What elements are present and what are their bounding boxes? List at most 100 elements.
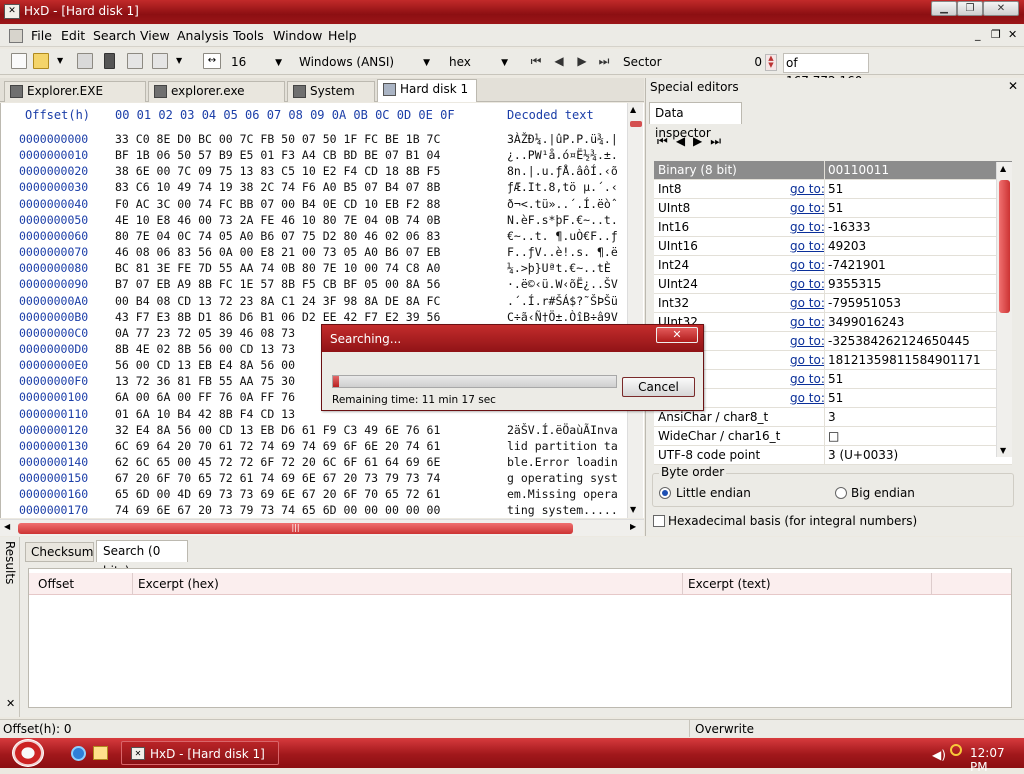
menu-window[interactable]: Window	[273, 28, 322, 43]
row-hex-bytes[interactable]: 00 B4 08 CD 13 72 23 8A C1 24 3F 98 8A D…	[115, 294, 440, 308]
save-icon[interactable]	[77, 53, 93, 69]
hex-row[interactable]: 0000000050 4E 10 E8 46 00 73 2A FE 46 10 …	[1, 213, 627, 229]
inspector-row[interactable]: AnsiChar / char8_t 3	[654, 408, 1012, 427]
row-offset[interactable]: 00000000B0	[19, 310, 88, 324]
little-endian-radio[interactable]	[659, 487, 671, 499]
inspector-row[interactable]: UInt8 go to: 51	[654, 199, 1012, 218]
row-hex-bytes[interactable]: F0 AC 3C 00 74 FC BB 07 00 B4 0E CD 10 E…	[115, 197, 440, 211]
scroll-down-icon[interactable]: ▼	[630, 505, 636, 514]
row-hex-bytes[interactable]: 33 C0 8E D0 BC 00 7C FB 50 07 50 1F FC B…	[115, 132, 440, 146]
hex-row[interactable]: 0000000040 F0 AC 3C 00 74 FC BB 07 00 B4 …	[1, 197, 627, 213]
inspector-row[interactable]: 8go to:51	[654, 389, 1012, 408]
scroll-thumb[interactable]: |||	[18, 523, 573, 534]
inspector-navigation[interactable]: ⏮◀▶⏭	[657, 134, 729, 149]
row-decoded-text[interactable]: €~..t. ¶.uÒ€F..ƒ	[507, 229, 618, 243]
explorer-icon[interactable]	[93, 746, 108, 760]
next-sector-icon[interactable]: ▶	[573, 53, 591, 70]
row-decoded-text[interactable]: 8n.|.u.ƒÅ.âôÍ.‹õ	[507, 164, 618, 178]
row-offset[interactable]: 0000000100	[19, 390, 88, 404]
row-offset[interactable]: 0000000130	[19, 439, 88, 453]
inspector-value[interactable]: 51	[828, 201, 843, 215]
inspector-value[interactable]: -16333	[828, 220, 871, 234]
goto-link[interactable]: go to:	[790, 220, 825, 234]
hex-row[interactable]: 0000000120 32 E4 8A 56 00 CD 13 EB D6 61 …	[1, 423, 627, 439]
mdi-close-icon[interactable]: ✕	[1008, 28, 1017, 41]
row-offset[interactable]: 0000000080	[19, 261, 88, 275]
scroll-up-icon[interactable]: ▲	[630, 105, 636, 114]
volume-icon[interactable]: ◀)	[932, 748, 946, 762]
document-menu-icon[interactable]	[9, 29, 23, 43]
menu-help[interactable]: Help	[328, 28, 357, 43]
goto-link[interactable]: go to:	[790, 372, 825, 386]
sector-spinner[interactable]: ▲ ▼	[765, 54, 777, 71]
hex-row[interactable]: 0000000130 6C 69 64 20 70 61 72 74 69 74 …	[1, 439, 627, 455]
scroll-left-icon[interactable]: ◀	[4, 522, 10, 531]
row-offset[interactable]: 00000000C0	[19, 326, 88, 340]
print-icon[interactable]	[127, 53, 143, 69]
row-offset[interactable]: 00000000D0	[19, 342, 88, 356]
big-endian-radio[interactable]	[835, 487, 847, 499]
cancel-button[interactable]: Cancel	[622, 377, 695, 397]
row-decoded-text[interactable]: ƒÆ.It.8,tö µ.´.‹	[507, 180, 618, 194]
goto-link[interactable]: go to:	[790, 315, 825, 329]
start-button-icon[interactable]	[12, 739, 44, 767]
scroll-down-icon[interactable]: ▼	[1000, 446, 1006, 455]
open-folder-icon[interactable]	[33, 53, 49, 69]
open-dropdown-icon[interactable]: ▼	[57, 56, 63, 65]
row-offset[interactable]: 0000000140	[19, 455, 88, 469]
row-hex-bytes[interactable]: 74 69 6E 67 20 73 79 73 74 65 6D 00 00 0…	[115, 503, 440, 517]
row-offset[interactable]: 0000000060	[19, 229, 88, 243]
close-panel-icon[interactable]: ✕	[1008, 79, 1018, 93]
tab-explorer-2900[interactable]: explorer.exe (2900)	[148, 81, 285, 117]
properties-icon[interactable]	[152, 53, 168, 69]
row-offset[interactable]: 0000000090	[19, 277, 88, 291]
inspector-value[interactable]: 51	[828, 391, 843, 405]
close-icon[interactable]: ✕	[983, 1, 1019, 16]
tab-search-hits[interactable]: Search (0 hits)	[96, 540, 188, 578]
tab-checksum[interactable]: Checksum	[25, 542, 94, 562]
row-offset[interactable]: 0000000120	[19, 423, 88, 437]
inspector-value[interactable]: -795951053	[828, 296, 901, 310]
taskbar-hxd-window[interactable]: ✕ HxD - [Hard disk 1]	[121, 741, 279, 765]
inspector-value[interactable]: □	[828, 429, 839, 443]
scroll-thumb[interactable]	[999, 180, 1010, 313]
row-hex-bytes[interactable]: 80 7E 04 0C 74 05 A0 B6 07 75 D2 80 46 0…	[115, 229, 440, 243]
goto-link[interactable]: go to:	[790, 182, 825, 196]
row-decoded-text[interactable]: 2äŠV.Í.ëÖaùÃInva	[507, 423, 618, 437]
hex-row[interactable]: 0000000010 BF 1B 06 50 57 B9 E5 01 F3 A4 …	[1, 148, 627, 164]
row-hex-bytes[interactable]: 43 F7 E3 8B D1 86 D6 B1 06 D2 EE 42 F7 E…	[115, 310, 440, 324]
row-offset[interactable]: 00000000A0	[19, 294, 88, 308]
hex-row[interactable]: 00000000A0 00 B4 08 CD 13 72 23 8A C1 24 …	[1, 294, 627, 310]
inspector-row[interactable]: WideChar / char16_t □	[654, 427, 1012, 446]
row-decoded-text[interactable]: .´.Í.r#ŠÁ$?˜ŠÞŠü	[507, 294, 618, 308]
hex-basis-checkbox[interactable]	[653, 515, 665, 527]
hex-row[interactable]: 0000000150 67 20 6F 70 65 72 61 74 69 6E …	[1, 471, 627, 487]
inspector-row[interactable]: UTF-8 code point 3 (U+0033)	[654, 446, 1012, 465]
row-hex-bytes[interactable]: 67 20 6F 70 65 72 61 74 69 6E 67 20 73 7…	[115, 471, 440, 485]
bytes-per-row-select[interactable]: 16 ▼	[225, 53, 287, 72]
charset-select[interactable]: Windows (ANSI) ▼	[293, 53, 435, 72]
row-decoded-text[interactable]: ting system.....	[507, 503, 618, 517]
row-offset[interactable]: 0000000010	[19, 148, 88, 162]
hex-row[interactable]: 0000000060 80 7E 04 0C 74 05 A0 B6 07 75 …	[1, 229, 627, 245]
properties-dropdown-icon[interactable]: ▼	[176, 56, 182, 65]
inspector-row[interactable]: Int24 go to: -7421901	[654, 256, 1012, 275]
inspector-value[interactable]: 51	[828, 182, 843, 196]
hex-row[interactable]: 0000000170 74 69 6E 67 20 73 79 73 74 65 …	[1, 503, 627, 519]
first-sector-icon[interactable]: ⏮	[527, 53, 545, 70]
row-hex-bytes[interactable]: 13 72 36 81 FB 55 AA 75 30	[115, 374, 295, 388]
row-offset[interactable]: 0000000050	[19, 213, 88, 227]
hex-row[interactable]: 0000000020 38 6E 00 7C 09 75 13 83 C5 10 …	[1, 164, 627, 180]
row-offset[interactable]: 0000000070	[19, 245, 88, 259]
goto-link[interactable]: go to:	[790, 258, 825, 272]
row-decoded-text[interactable]: ¿..PW¹å.ó¤Ë½¾.±.	[507, 148, 618, 162]
row-offset[interactable]: 0000000000	[19, 132, 88, 146]
scroll-right-icon[interactable]: ▶	[630, 522, 636, 531]
inspector-row[interactable]: go to: 51	[654, 370, 1012, 389]
row-offset[interactable]: 0000000040	[19, 197, 88, 211]
inspector-value[interactable]: 51	[828, 372, 843, 386]
hex-row[interactable]: 0000000070 46 08 06 83 56 0A 00 E8 21 00 …	[1, 245, 627, 261]
inspector-value[interactable]: 3499016243	[828, 315, 904, 329]
hxd-app-icon[interactable]: ✕	[4, 4, 20, 19]
mdi-restore-icon[interactable]: ❐	[991, 28, 1001, 41]
